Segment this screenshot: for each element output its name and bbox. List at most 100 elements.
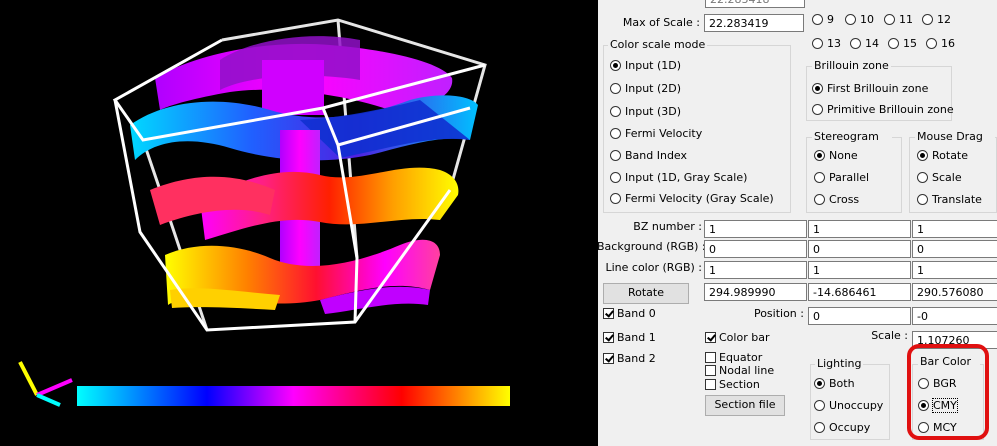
radio-num-13[interactable]: 13 bbox=[812, 37, 841, 51]
lighting-title: Lighting bbox=[815, 357, 864, 371]
line-color-r[interactable]: 1 bbox=[704, 261, 807, 279]
stereogram-title: Stereogram bbox=[812, 130, 892, 144]
axis-indicator bbox=[18, 361, 73, 407]
radio-num-10[interactable]: 10 bbox=[845, 13, 874, 27]
radio-first-bz[interactable]: First Brillouin zone bbox=[812, 82, 928, 96]
radio-stereo-cross[interactable]: Cross bbox=[814, 193, 859, 207]
radio-label: Occupy bbox=[829, 421, 871, 434]
background-r[interactable]: 0 bbox=[704, 240, 807, 258]
radio-label: Fermi Velocity bbox=[625, 127, 703, 140]
color-scale-bar bbox=[77, 386, 510, 406]
radio-lighting-both[interactable]: Both bbox=[814, 377, 855, 391]
radio-lighting-unoccupy[interactable]: Unoccupy bbox=[814, 399, 883, 413]
rotate-x[interactable]: 294.989990 bbox=[704, 283, 807, 301]
highlight-annotation bbox=[907, 344, 989, 440]
brillouin-zone-title: Brillouin zone bbox=[812, 59, 891, 73]
fermi-surface-viewport[interactable] bbox=[0, 0, 598, 446]
radio-num-16[interactable]: 16 bbox=[926, 37, 955, 51]
position-x[interactable]: 0 bbox=[808, 307, 911, 325]
fermi-surface-canvas[interactable] bbox=[0, 0, 598, 446]
radio-drag-rotate[interactable]: Rotate bbox=[917, 149, 968, 163]
radio-label: Translate bbox=[932, 193, 982, 206]
radio-label: Input (1D, Gray Scale) bbox=[625, 171, 748, 184]
checkbox-label: Color bar bbox=[719, 331, 770, 344]
rotate-button[interactable]: Rotate bbox=[603, 283, 689, 304]
background-rgb-label: Background (RGB) : bbox=[597, 240, 706, 253]
section-file-button[interactable]: Section file bbox=[705, 395, 785, 416]
radio-label: Parallel bbox=[829, 171, 870, 184]
radio-input-3d[interactable]: Input (3D) bbox=[610, 105, 681, 119]
radio-num-11[interactable]: 11 bbox=[884, 13, 913, 27]
checkbox-label: Nodal line bbox=[719, 364, 775, 377]
radio-lighting-occupy[interactable]: Occupy bbox=[814, 421, 870, 435]
radio-label: Band Index bbox=[625, 149, 688, 162]
bz-number-label: BZ number : bbox=[633, 220, 702, 233]
radio-label: Rotate bbox=[932, 149, 969, 162]
radio-label: 10 bbox=[860, 13, 874, 26]
radio-label: Input (3D) bbox=[625, 105, 682, 118]
max-scale-input[interactable]: 22.283419 bbox=[704, 14, 804, 32]
color-scale-mode-title: Color scale mode bbox=[608, 38, 708, 52]
checkbox-label: Band 2 bbox=[617, 352, 656, 365]
radio-label: 15 bbox=[903, 37, 917, 50]
radio-label: Fermi Velocity (Gray Scale) bbox=[625, 192, 774, 205]
radio-label: 14 bbox=[865, 37, 879, 50]
radio-label: Both bbox=[829, 377, 855, 390]
bz-number-y[interactable]: 1 bbox=[808, 220, 911, 238]
radio-input-1d[interactable]: Input (1D) bbox=[610, 59, 681, 73]
line-color-g[interactable]: 1 bbox=[808, 261, 911, 279]
band1-checkbox[interactable]: Band 1 bbox=[603, 331, 656, 345]
radio-label: Input (1D) bbox=[625, 59, 682, 72]
equator-checkbox[interactable]: Equator bbox=[705, 351, 762, 365]
radio-band-index[interactable]: Band Index bbox=[610, 149, 687, 163]
radio-label: First Brillouin zone bbox=[827, 82, 929, 95]
bz-number-x[interactable]: 1 bbox=[704, 220, 807, 238]
checkbox-label: Equator bbox=[719, 351, 763, 364]
min-scale-input[interactable]: 22.283418 bbox=[705, 0, 805, 8]
radio-label: Input (2D) bbox=[625, 82, 682, 95]
line-color-b[interactable]: 1 bbox=[912, 261, 997, 279]
line-color-rgb-label: Line color (RGB) : bbox=[605, 261, 702, 274]
scale-label: Scale : bbox=[871, 329, 908, 342]
color-bar-checkbox[interactable]: Color bar bbox=[705, 331, 769, 345]
position-y[interactable]: -0 bbox=[912, 307, 997, 325]
radio-num-9[interactable]: 9 bbox=[812, 13, 834, 27]
radio-label: Unoccupy bbox=[829, 399, 884, 412]
radio-label: 9 bbox=[827, 13, 834, 26]
checkbox-label: Band 0 bbox=[617, 307, 656, 320]
radio-input-2d[interactable]: Input (2D) bbox=[610, 82, 681, 96]
bz-number-z[interactable]: 1 bbox=[912, 220, 997, 238]
background-b[interactable]: 0 bbox=[912, 240, 997, 258]
band0-checkbox[interactable]: Band 0 bbox=[603, 307, 656, 321]
nodal-line-checkbox[interactable]: Nodal line bbox=[705, 364, 774, 378]
radio-label: Primitive Brillouin zone bbox=[827, 103, 954, 116]
band2-checkbox[interactable]: Band 2 bbox=[603, 352, 656, 366]
radio-label: 16 bbox=[941, 37, 955, 50]
radio-input-1d-gray[interactable]: Input (1D, Gray Scale) bbox=[610, 171, 747, 185]
radio-label: 13 bbox=[827, 37, 841, 50]
radio-fermi-velocity-gray[interactable]: Fermi Velocity (Gray Scale) bbox=[610, 192, 774, 206]
radio-drag-scale[interactable]: Scale bbox=[917, 171, 962, 185]
max-scale-label: Max of Scale : bbox=[622, 16, 700, 29]
radio-num-14[interactable]: 14 bbox=[850, 37, 879, 51]
mouse-drag-title: Mouse Drag bbox=[915, 130, 995, 144]
rotate-z[interactable]: 290.576080 bbox=[912, 283, 997, 301]
radio-fermi-velocity[interactable]: Fermi Velocity bbox=[610, 127, 702, 141]
radio-label: Cross bbox=[829, 193, 860, 206]
checkbox-label: Band 1 bbox=[617, 331, 656, 344]
radio-num-12[interactable]: 12 bbox=[922, 13, 951, 27]
radio-label: None bbox=[829, 149, 858, 162]
radio-num-15[interactable]: 15 bbox=[888, 37, 917, 51]
rotate-y[interactable]: -14.686461 bbox=[808, 283, 911, 301]
position-label: Position : bbox=[753, 307, 804, 320]
radio-stereo-parallel[interactable]: Parallel bbox=[814, 171, 869, 185]
radio-label: 11 bbox=[899, 13, 913, 26]
radio-stereo-none[interactable]: None bbox=[814, 149, 858, 163]
checkbox-label: Section bbox=[719, 378, 760, 391]
background-g[interactable]: 0 bbox=[808, 240, 911, 258]
radio-primitive-bz[interactable]: Primitive Brillouin zone bbox=[812, 103, 954, 117]
radio-label: 12 bbox=[937, 13, 951, 26]
section-checkbox[interactable]: Section bbox=[705, 378, 760, 392]
radio-drag-translate[interactable]: Translate bbox=[917, 193, 982, 207]
radio-label: Scale bbox=[932, 171, 962, 184]
